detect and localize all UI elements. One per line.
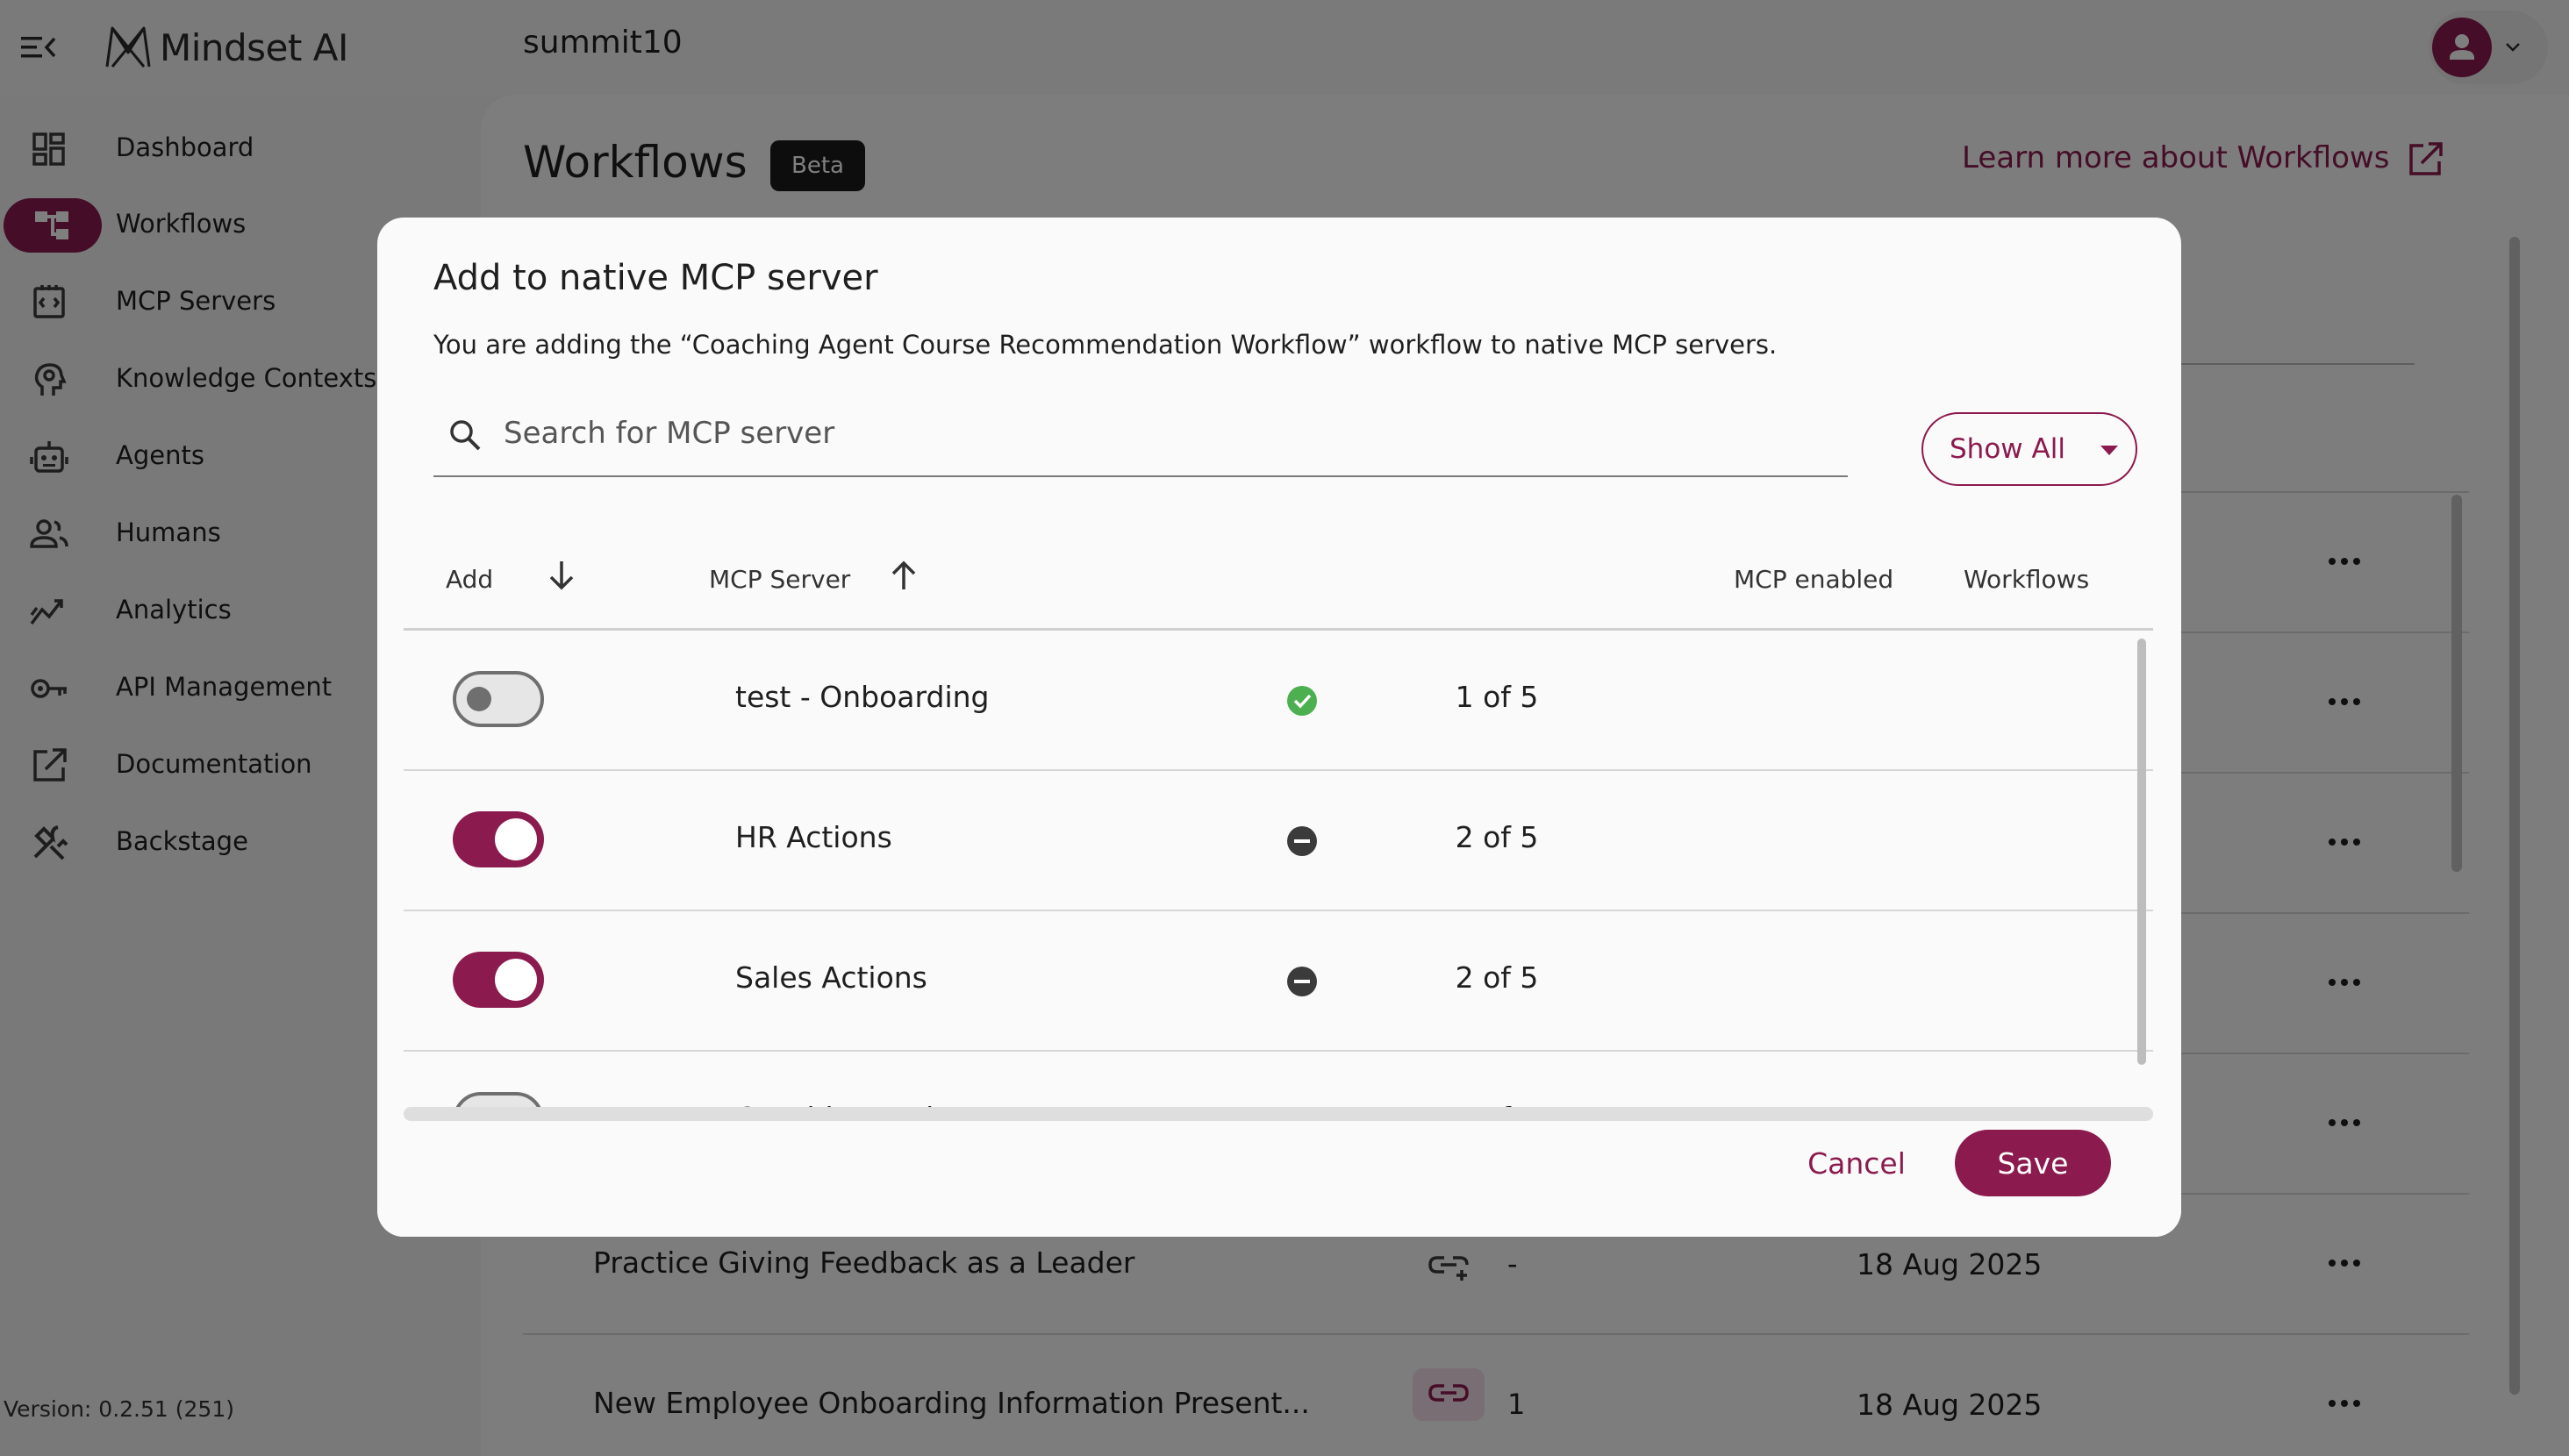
dialog-title: Add to native MCP server [433,258,878,298]
workflow-count: 2 of 5 [1455,820,1539,854]
add-to-mcp-dialog: Add to native MCP server You are adding … [377,218,2181,1237]
workflow-count: 1 of 5 [1455,680,1539,714]
check-circle-icon [1287,686,1317,716]
toggle-knob [467,687,491,711]
save-button[interactable]: Save [1955,1130,2111,1196]
toggle-knob [495,959,537,1001]
table-row: Sales Actions 2 of 5 [404,911,2153,1052]
filter-dropdown[interactable]: Show All [1921,412,2137,486]
dialog-description: You are adding the “Coaching Agent Cours… [433,330,1778,360]
arrow-up-icon[interactable] [884,556,923,595]
caret-down-icon [2100,446,2118,455]
column-header-workflows: Workflows [1964,565,2090,594]
filter-label: Show All [1950,433,2065,465]
add-toggle[interactable] [453,811,544,867]
table-row: test - Onboarding 1 of 5 [404,631,2153,771]
table-row: HR Actions 2 of 5 [404,771,2153,911]
server-name: test - Onboarding [735,680,990,714]
server-name: Sales Actions [735,960,927,995]
list-scrollbar[interactable] [2137,639,2146,1065]
arrow-down-icon[interactable] [542,556,581,595]
column-header-mcp-enabled: MCP enabled [1734,565,1894,594]
add-toggle[interactable] [453,671,544,727]
column-header-mcp-server[interactable]: MCP Server [709,565,850,594]
search-input[interactable] [504,407,1820,460]
toggle-knob [495,818,537,860]
search-field[interactable] [433,393,1848,477]
workflow-count: 2 of 5 [1455,960,1539,995]
server-name: HR Actions [735,820,892,854]
horizontal-scrollbar[interactable] [404,1107,2153,1121]
add-toggle[interactable] [453,952,544,1008]
minus-circle-icon [1287,826,1317,856]
cancel-button[interactable]: Cancel [1781,1130,1932,1196]
search-icon [450,420,481,451]
minus-circle-icon [1287,967,1317,996]
column-header-add[interactable]: Add [446,565,493,594]
